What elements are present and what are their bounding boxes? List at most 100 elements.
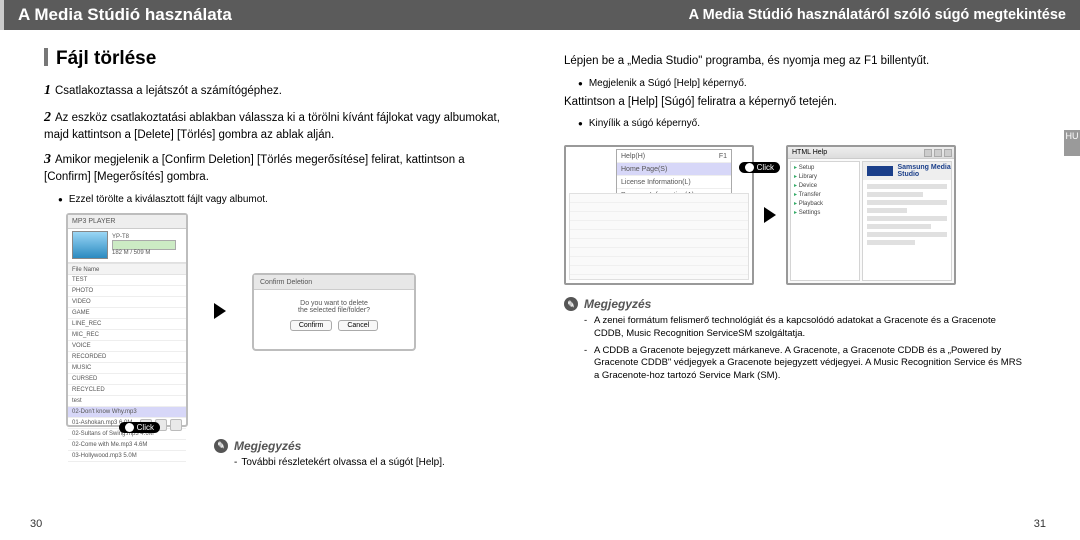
tree-node: Library <box>794 173 856 182</box>
click-badge: Click <box>119 422 160 433</box>
step-2: 2Az eszköz csatlakoztatási ablakban vála… <box>44 109 512 143</box>
menu-shortcut: F1 <box>719 150 727 163</box>
section-title-text: Fájl törlése <box>56 48 156 69</box>
confirm-title: Confirm Deletion <box>254 275 414 290</box>
tree-node: Transfer <box>794 191 856 200</box>
arrow-right-icon <box>764 207 776 223</box>
help-text-placeholder <box>863 180 951 252</box>
menu-item-homepage: Home Page(S) <box>617 163 731 176</box>
section-bar-icon <box>44 48 48 66</box>
note-heading-right: ✎ Megjegyzés <box>564 297 1024 311</box>
mp3-row: GAME <box>68 308 186 319</box>
tree-node: Playback <box>794 200 856 209</box>
mp3-player-panel: MP3 PLAYER YP-T8 182 M / 509 M File Name… <box>66 213 188 427</box>
mp3-device-info: YP-T8 182 M / 509 M <box>112 234 176 256</box>
close-icon <box>944 149 952 157</box>
right-line-2: Kattintson a [Help] [Súgó] feliratra a k… <box>564 95 1024 111</box>
language-tab: HU <box>1064 130 1080 156</box>
mp3-device-row: YP-T8 182 M / 509 M <box>68 229 186 263</box>
mp3-row: VOICE <box>68 341 186 352</box>
mp3-panel-wrap: MP3 PLAYER YP-T8 182 M / 509 M File Name… <box>66 213 188 427</box>
mp3-row-selected: 02-Don't know Why.mp3 <box>68 407 186 418</box>
page-number-left: 30 <box>30 518 42 530</box>
page-right: A Media Stúdió használatáról szóló súgó … <box>540 0 1080 540</box>
figures-left: MP3 PLAYER YP-T8 182 M / 509 M File Name… <box>66 213 512 427</box>
click-badge: Click <box>739 162 780 173</box>
tree-node: Device <box>794 182 856 191</box>
mp3-column-header: File Name <box>68 263 186 275</box>
mp3-row: 03-Hollywood.mp3 5.0M <box>68 451 186 462</box>
header-left: A Media Stúdió használata <box>0 0 540 30</box>
mp3-progress-bar <box>112 240 176 250</box>
window-controls <box>924 149 952 157</box>
menu-item-help: Help(H) F1 <box>617 150 731 163</box>
samsung-logo-icon <box>867 166 893 176</box>
step-1: 1Csatlakoztassa a lejátszót a számítógép… <box>44 82 512 101</box>
tree-node: Settings <box>794 209 856 218</box>
page-number-right: 31 <box>1034 518 1046 530</box>
mp3-row: VIDEO <box>68 297 186 308</box>
help-logo: Samsung Media Studio <box>863 162 951 180</box>
mp3-row: MUSIC <box>68 363 186 374</box>
confirm-msg-1: Do you want to delete <box>258 300 410 307</box>
step-1-text: Csatlakoztassa a lejátszót a számítógéph… <box>55 85 282 97</box>
note-text-left: További részletekért olvassa el a súgót … <box>241 457 444 468</box>
header-right: A Media Stúdió használatáról szóló súgó … <box>540 0 1080 30</box>
step-2-text: Az eszköz csatlakoztatási ablakban válas… <box>44 112 500 141</box>
note-icon: ✎ <box>214 439 228 453</box>
header-left-title: A Media Stúdió használata <box>18 5 232 25</box>
device-icon <box>72 231 108 259</box>
menu-item-label: License Information(L) <box>621 179 691 186</box>
menu-item-license: License Information(L) <box>617 176 731 189</box>
note-label-left: Megjegyzés <box>234 439 301 453</box>
right-bullet-2: Kinyílik a súgó képernyő. <box>578 118 1024 129</box>
figures-right: Help(H) F1 Home Page(S) License Informati… <box>564 145 1024 285</box>
mp3-title: MP3 PLAYER <box>68 215 186 229</box>
content-right: Lépjen be a „Media Studio" programba, és… <box>540 30 1080 383</box>
mp3-row: test <box>68 396 186 407</box>
note-body-left: -További részletekért olvassa el a súgót… <box>234 457 512 468</box>
section-title: Fájl törlése <box>44 48 512 70</box>
help-titlebar: HTML Help <box>788 147 954 159</box>
confirm-message: Do you want to delete the selected file/… <box>254 290 414 320</box>
app-grid-placeholder <box>569 193 749 280</box>
tree-node: Setup <box>794 164 856 173</box>
confirm-button: Confirm <box>290 320 333 331</box>
step-3-result: Ezzel törölte a kiválasztott fájlt vagy … <box>58 194 512 205</box>
mp3-row: RECORDED <box>68 352 186 363</box>
page-left: A Media Stúdió használata Fájl törlése 1… <box>0 0 540 540</box>
right-line-1: Lépjen be a „Media Studio" programba, és… <box>564 54 1024 70</box>
note-item: A CDDB a Gracenote bejegyzett márkaneve.… <box>584 345 1024 383</box>
mp3-progress-text: 182 M / 509 M <box>112 250 176 256</box>
right-bullet-1: Megjelenik a Súgó [Help] képernyő. <box>578 78 1024 89</box>
step-3-text: Amikor megjelenik a [Confirm Deletion] [… <box>44 154 465 183</box>
help-window: HTML Help Setup Library Device Transfer … <box>786 145 956 285</box>
mp3-row: TEST <box>68 275 186 286</box>
help-tree: Setup Library Device Transfer Playback S… <box>790 161 860 281</box>
page-spread: A Media Stúdió használata Fájl törlése 1… <box>0 0 1080 540</box>
help-window-title: HTML Help <box>792 147 827 159</box>
confirm-msg-2: the selected file/folder? <box>258 307 410 314</box>
min-icon <box>924 149 932 157</box>
mp3-row: RECYCLED <box>68 385 186 396</box>
mp3-row: PHOTO <box>68 286 186 297</box>
confirm-buttons: Confirm Cancel <box>254 320 414 331</box>
mp3-row: LINE_REC <box>68 319 186 330</box>
confirm-dialog: Confirm Deletion Do you want to delete t… <box>252 273 416 351</box>
content-left: Fájl törlése 1Csatlakoztassa a lejátszót… <box>0 30 540 468</box>
note-heading-left: ✎ Megjegyzés <box>214 439 512 453</box>
help-logo-text: Samsung Media Studio <box>897 164 951 178</box>
menu-item-label: Help(H) <box>621 153 645 160</box>
mp3-row: CURSED <box>68 374 186 385</box>
mp3-row: 02-Come with Me.mp3 4.6M <box>68 440 186 451</box>
step-3: 3Amikor megjelenik a [Confirm Deletion] … <box>44 151 512 185</box>
arrow-right-icon <box>214 303 226 319</box>
cancel-button: Cancel <box>338 320 378 331</box>
header-right-title: A Media Stúdió használatáról szóló súgó … <box>689 7 1066 23</box>
help-content-pane: Samsung Media Studio <box>862 161 952 281</box>
toolbar-icon <box>170 419 182 431</box>
mp3-row: MIC_REC <box>68 330 186 341</box>
menu-item-label: Home Page(S) <box>621 166 667 173</box>
app-window: Help(H) F1 Home Page(S) License Informati… <box>564 145 754 285</box>
max-icon <box>934 149 942 157</box>
